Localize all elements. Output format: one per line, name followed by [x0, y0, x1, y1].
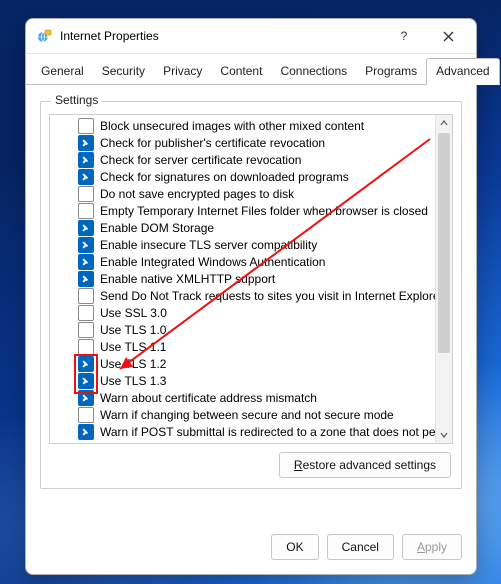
scrollbar-thumb[interactable]: [438, 133, 450, 353]
help-icon: ?: [398, 30, 410, 42]
close-icon: [443, 31, 454, 42]
checkbox[interactable]: [78, 203, 94, 219]
checkbox[interactable]: [78, 271, 94, 287]
settings-row[interactable]: Block unsecured images with other mixed …: [78, 117, 452, 134]
checkbox[interactable]: [78, 356, 94, 372]
settings-list: Block unsecured images with other mixed …: [50, 115, 452, 442]
scroll-down-arrow-icon[interactable]: [436, 427, 452, 443]
checkbox[interactable]: [78, 135, 94, 151]
help-button[interactable]: ?: [382, 22, 426, 50]
settings-item-label: Warn if POST submittal is redirected to …: [100, 425, 453, 439]
internet-options-icon: [36, 28, 52, 44]
checkbox[interactable]: [78, 407, 94, 423]
checkbox[interactable]: [78, 424, 94, 440]
apply-mnemonic: A: [417, 540, 425, 554]
settings-row[interactable]: Warn about certificate address mismatch: [78, 389, 452, 406]
settings-item-label: Check for server certificate revocation: [100, 153, 301, 167]
settings-row[interactable]: Enable DOM Storage: [78, 219, 452, 236]
scrollbar[interactable]: [435, 115, 452, 443]
settings-row[interactable]: Send Do Not Track requests to sites you …: [78, 287, 452, 304]
settings-item-label: Send Do Not Track requests to sites you …: [100, 289, 444, 303]
tab-bar: GeneralSecurityPrivacyContentConnections…: [26, 54, 476, 85]
settings-item-label: Do not save encrypted pages to disk: [100, 187, 294, 201]
settings-item-label: Enable DOM Storage: [100, 221, 214, 235]
settings-row[interactable]: Empty Temporary Internet Files folder wh…: [78, 202, 452, 219]
settings-row[interactable]: Warn if POST submittal is redirected to …: [78, 423, 452, 440]
settings-row[interactable]: Enable Integrated Windows Authentication: [78, 253, 452, 270]
settings-item-label: Use TLS 1.0: [100, 323, 166, 337]
settings-item-label: Use TLS 1.3: [100, 374, 166, 388]
settings-row[interactable]: Check for publisher's certificate revoca…: [78, 134, 452, 151]
settings-item-label: Check for publisher's certificate revoca…: [100, 136, 325, 150]
settings-row[interactable]: Check for server certificate revocation: [78, 151, 452, 168]
restore-label-rest: estore advanced settings: [303, 458, 436, 472]
settings-item-label: Use TLS 1.1: [100, 340, 166, 354]
window-title: Internet Properties: [60, 29, 382, 43]
settings-row[interactable]: Check for signatures on downloaded progr…: [78, 168, 452, 185]
settings-list-box: Block unsecured images with other mixed …: [49, 114, 453, 444]
settings-item-label: Enable insecure TLS server compatibility: [100, 238, 317, 252]
titlebar: Internet Properties ?: [26, 19, 476, 54]
settings-row[interactable]: Use TLS 1.3: [78, 372, 452, 389]
settings-row[interactable]: Do not save encrypted pages to disk: [78, 185, 452, 202]
settings-item-label: Enable Integrated Windows Authentication: [100, 255, 325, 269]
settings-item-label: Check for signatures on downloaded progr…: [100, 170, 349, 184]
settings-item-label: Use TLS 1.2: [100, 357, 166, 371]
settings-item-label: Use SSL 3.0: [100, 306, 167, 320]
checkbox[interactable]: [78, 254, 94, 270]
checkbox[interactable]: [78, 237, 94, 253]
cancel-label: Cancel: [342, 540, 379, 554]
checkbox[interactable]: [78, 169, 94, 185]
tab-privacy[interactable]: Privacy: [154, 59, 211, 84]
settings-legend: Settings: [51, 93, 102, 107]
dialog-button-row: OK Cancel Apply: [26, 522, 476, 574]
checkbox[interactable]: [78, 373, 94, 389]
settings-row[interactable]: Use TLS 1.2: [78, 355, 452, 372]
scroll-up-arrow-icon[interactable]: [436, 115, 452, 131]
tab-content[interactable]: Content: [211, 59, 271, 84]
settings-row[interactable]: Warn if changing between secure and not …: [78, 406, 452, 423]
tab-general[interactable]: General: [32, 59, 93, 84]
checkbox[interactable]: [78, 288, 94, 304]
settings-row[interactable]: Use TLS 1.1: [78, 338, 452, 355]
checkbox[interactable]: [78, 322, 94, 338]
settings-item-label: Empty Temporary Internet Files folder wh…: [100, 204, 428, 218]
apply-button[interactable]: Apply: [402, 534, 462, 560]
checkbox[interactable]: [78, 118, 94, 134]
ok-button[interactable]: OK: [271, 534, 318, 560]
settings-row[interactable]: Enable native XMLHTTP support: [78, 270, 452, 287]
tab-security[interactable]: Security: [93, 59, 154, 84]
settings-group: Settings Block unsecured images with oth…: [40, 101, 462, 489]
settings-controls: Restore advanced settings: [49, 444, 453, 480]
checkbox[interactable]: [78, 339, 94, 355]
tab-connections[interactable]: Connections: [271, 59, 356, 84]
tab-advanced[interactable]: Advanced: [426, 58, 499, 85]
restore-mnemonic: R: [294, 458, 303, 472]
tab-programs[interactable]: Programs: [356, 59, 426, 84]
checkbox[interactable]: [78, 390, 94, 406]
settings-item-label: Block unsecured images with other mixed …: [100, 119, 364, 133]
restore-advanced-button[interactable]: Restore advanced settings: [279, 452, 451, 478]
checkbox[interactable]: [78, 152, 94, 168]
settings-item-label: Warn about certificate address mismatch: [100, 391, 317, 405]
apply-label-rest: pply: [425, 540, 447, 554]
cancel-button[interactable]: Cancel: [327, 534, 394, 560]
close-button[interactable]: [426, 22, 470, 50]
ok-label: OK: [286, 540, 303, 554]
checkbox[interactable]: [78, 220, 94, 236]
settings-row[interactable]: Use TLS 1.0: [78, 321, 452, 338]
checkbox[interactable]: [78, 305, 94, 321]
settings-row[interactable]: Use SSL 3.0: [78, 304, 452, 321]
svg-text:?: ?: [401, 30, 408, 42]
checkbox[interactable]: [78, 186, 94, 202]
internet-properties-dialog: Internet Properties ? GeneralSecurityPri…: [25, 18, 477, 575]
settings-item-label: Warn if changing between secure and not …: [100, 408, 394, 422]
dialog-body: Settings Block unsecured images with oth…: [26, 85, 476, 522]
settings-row[interactable]: Enable insecure TLS server compatibility: [78, 236, 452, 253]
settings-item-label: Enable native XMLHTTP support: [100, 272, 275, 286]
